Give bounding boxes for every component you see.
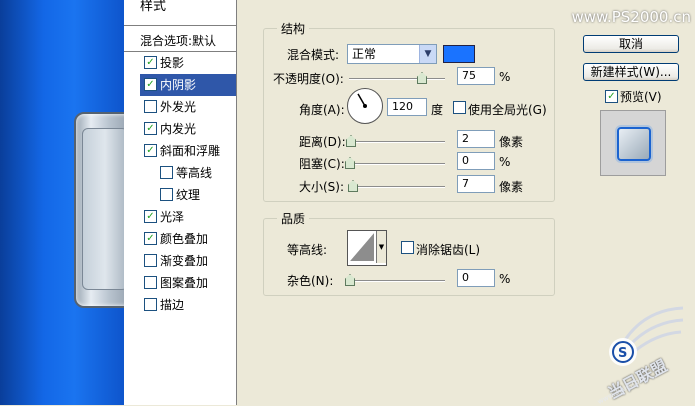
blending-options-item[interactable]: 混合选项:默认 (124, 30, 236, 52)
antialias-label: 消除锯齿(L) (416, 243, 481, 257)
angle-unit: 度 (431, 103, 444, 117)
choke-input[interactable]: 0 (457, 152, 495, 170)
checkbox[interactable]: ✓ (144, 232, 157, 245)
choke-slider-track[interactable] (349, 163, 445, 165)
contour-picker[interactable]: ▼ (347, 230, 387, 266)
chevron-down-icon[interactable]: ▼ (419, 45, 436, 63)
checkbox[interactable]: ✓ (144, 78, 157, 91)
checkbox[interactable] (144, 276, 157, 289)
style-preview (600, 110, 666, 176)
style-item-label: 光泽 (160, 210, 185, 224)
style-item-label: 纹理 (176, 188, 201, 202)
new-style-button[interactable]: 新建样式(W)... (583, 63, 679, 81)
preview-label: 预览(V) (620, 90, 662, 104)
layer-artwork-highlight (82, 128, 124, 290)
size-input[interactable]: 7 (457, 175, 495, 193)
distance-unit: 像素 (499, 135, 524, 149)
noise-label: 杂色(N): (287, 274, 334, 288)
contour-curve-icon (350, 233, 374, 261)
antialias-checkbox[interactable] (401, 241, 414, 254)
style-item-inner-shadow[interactable]: ✓ 内阴影 (140, 74, 236, 96)
chevron-down-icon[interactable]: ▼ (376, 231, 386, 263)
styles-header[interactable]: 样式 (124, 0, 236, 26)
style-item-label: 斜面和浮雕 (160, 144, 221, 158)
size-slider-track[interactable] (349, 186, 445, 188)
opacity-label: 不透明度(O): (273, 72, 344, 86)
style-item-color-overlay[interactable]: ✓ 颜色叠加 (140, 228, 236, 250)
style-item-bevel-emboss[interactable]: ✓ 斜面和浮雕 (140, 140, 236, 162)
checkbox[interactable]: ✓ (144, 144, 157, 157)
styles-list: 样式 混合选项:默认 ✓ 投影 ✓ 内阴影 外发光 ✓ 内发光 ✓ 斜面和浮雕 等高线 … (124, 0, 237, 405)
shadow-color-swatch[interactable] (443, 45, 475, 63)
checkbox[interactable]: ✓ (144, 56, 157, 69)
style-item-texture[interactable]: 纹理 (156, 184, 236, 206)
structure-title: 结构 (277, 20, 310, 37)
checkbox[interactable] (160, 166, 173, 179)
blend-mode-label: 混合模式: (287, 48, 340, 62)
site-watermark: www.PS2000.cn (571, 8, 691, 26)
watermark-logo: S 当日联盟 www.3yue.com (595, 300, 685, 406)
distance-input[interactable]: 2 (457, 130, 495, 148)
noise-input[interactable]: 0 (457, 269, 495, 287)
opacity-slider-track[interactable] (349, 78, 445, 80)
angle-dial[interactable] (347, 88, 383, 124)
size-unit: 像素 (499, 180, 524, 194)
style-item-label: 投影 (160, 56, 185, 70)
cancel-button[interactable]: 取消 (583, 35, 679, 53)
angle-label: 角度(A): (299, 103, 345, 117)
checkbox[interactable] (160, 188, 173, 201)
style-item-contour[interactable]: 等高线 (156, 162, 236, 184)
style-item-label: 外发光 (160, 100, 197, 114)
opacity-input[interactable]: 75 (457, 67, 495, 85)
checkbox[interactable]: ✓ (144, 122, 157, 135)
style-item-gradient-overlay[interactable]: 渐变叠加 (140, 250, 236, 272)
style-item-label: 颜色叠加 (160, 232, 209, 246)
style-item-label: 描边 (160, 298, 185, 312)
checkbox[interactable]: ✓ (144, 210, 157, 223)
style-item-pattern-overlay[interactable]: 图案叠加 (140, 272, 236, 294)
style-item-inner-glow[interactable]: ✓ 内发光 (140, 118, 236, 140)
contour-label: 等高线: (287, 243, 328, 257)
size-label: 大小(S): (299, 180, 345, 194)
svg-text:S: S (618, 346, 627, 361)
choke-unit: % (499, 155, 511, 169)
style-item-outer-glow[interactable]: 外发光 (140, 96, 236, 118)
style-item-drop-shadow[interactable]: ✓ 投影 (140, 52, 236, 74)
global-light-checkbox[interactable] (453, 101, 466, 114)
style-item-label: 等高线 (176, 166, 213, 180)
distance-slider-track[interactable] (349, 141, 445, 143)
blend-mode-select[interactable]: 正常 ▼ (347, 44, 437, 64)
style-item-stroke[interactable]: 描边 (140, 294, 236, 316)
distance-label: 距离(D): (299, 135, 346, 149)
angle-needle-icon (357, 93, 367, 108)
style-item-label: 内发光 (160, 122, 197, 136)
inner-shadow-settings: 结构 混合模式: 正常 ▼ 不透明度(O): 75 % 角度(A): 120 度… (237, 0, 567, 405)
style-item-satin[interactable]: ✓ 光泽 (140, 206, 236, 228)
style-item-label: 内阴影 (160, 78, 197, 92)
choke-label: 阻塞(C): (299, 157, 345, 171)
canvas-preview (0, 0, 125, 405)
style-item-label: 图案叠加 (160, 276, 209, 290)
preview-checkbox[interactable]: ✓ (605, 90, 618, 103)
style-item-label: 渐变叠加 (160, 254, 209, 268)
checkbox[interactable] (144, 298, 157, 311)
preview-tile (617, 127, 651, 161)
blend-mode-value: 正常 (352, 47, 377, 61)
noise-slider-track[interactable] (349, 280, 445, 282)
checkbox[interactable] (144, 100, 157, 113)
angle-input[interactable]: 120 (387, 98, 427, 116)
checkbox[interactable] (144, 254, 157, 267)
opacity-unit: % (499, 70, 511, 84)
global-light-label: 使用全局光(G) (468, 103, 547, 117)
quality-title: 品质 (277, 210, 310, 227)
noise-unit: % (499, 272, 511, 286)
